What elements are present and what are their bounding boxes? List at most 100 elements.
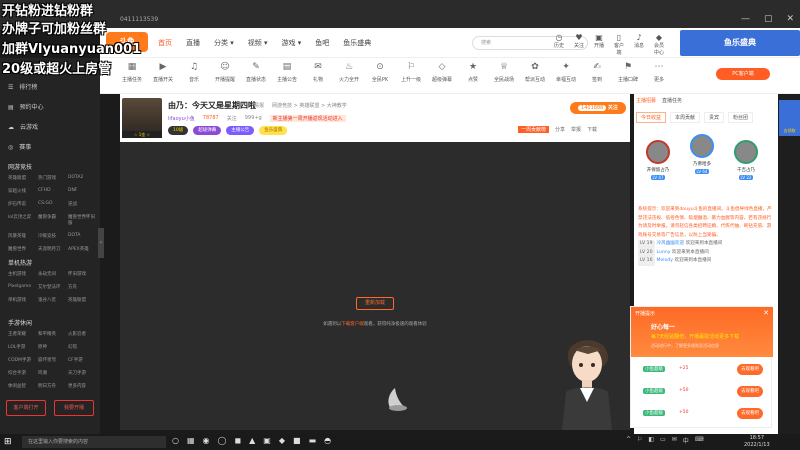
contribution-link[interactable]: 一周贡献榜 xyxy=(518,126,550,133)
follow-button[interactable]: 1401888 关注 xyxy=(570,102,626,114)
room-tag[interactable]: 情报 xyxy=(254,102,264,109)
report-button[interactable]: 举报 xyxy=(571,126,581,133)
tray-icon[interactable]: ⌨ xyxy=(695,436,704,445)
sidebar-collapse-handle[interactable]: ‹ xyxy=(98,228,104,258)
nav-item-yuba[interactable]: 鱼吧 xyxy=(315,38,329,48)
sidebar-game-link[interactable]: 方舟 xyxy=(68,284,98,290)
sidebar-game-link[interactable]: 英雄联盟 xyxy=(8,175,38,181)
tab-recruit[interactable]: 主播招募 xyxy=(636,97,656,104)
sidebar-game-link[interactable]: DOTA xyxy=(68,233,98,239)
tray-icon[interactable]: ▭ xyxy=(660,436,666,445)
client-button[interactable]: ▯ 客户端 xyxy=(612,33,626,56)
sidebar-game-link[interactable]: CS:GO xyxy=(38,201,68,207)
close-icon[interactable]: ✕ xyxy=(763,309,769,317)
tab-today[interactable]: 今日收益 xyxy=(636,112,667,123)
sidebar-game-link[interactable]: 艾尔登法环 xyxy=(38,284,68,290)
tray-icon[interactable]: ⚐ xyxy=(637,436,642,445)
task-go-button[interactable]: 去观看吧 xyxy=(737,364,763,375)
tab-fans[interactable]: 粉丝团 xyxy=(728,112,754,123)
nav-item-video[interactable]: 视频 ▾ xyxy=(248,38,268,48)
sidebar-game-link[interactable]: 原神 xyxy=(38,344,68,350)
tray-icon[interactable]: ^ xyxy=(626,436,631,445)
sidebar-game-link[interactable]: 天涯明月刀 xyxy=(38,246,68,252)
download-button[interactable]: 下载 xyxy=(587,126,597,133)
sidebar-game-link[interactable]: 幻塔 xyxy=(68,344,98,350)
feature-item[interactable]: ♕ 全民战场 xyxy=(492,62,516,83)
sidebar-item-reserve[interactable]: ▤ 预约中心 xyxy=(8,102,44,111)
sidebar-game-link[interactable]: 王者荣耀 xyxy=(8,331,38,337)
sidebar-game-link[interactable]: 鸣潮 xyxy=(38,370,68,376)
tray-icon[interactable]: ◧ xyxy=(648,436,654,445)
rank-user[interactable]: 开保留占乃 LV 47 xyxy=(644,140,672,181)
sidebar-game-link[interactable]: 怀旧游戏 xyxy=(68,271,98,277)
side-badge[interactable]: 去领取 xyxy=(779,100,800,136)
sidebar-game-link[interactable]: 英雄联盟 xyxy=(68,297,98,303)
nav-item-category[interactable]: 分类 ▾ xyxy=(214,38,234,48)
sidebar-game-link[interactable]: 和平精英 xyxy=(38,331,68,337)
message-button[interactable]: ♪ 消息 xyxy=(632,33,646,56)
taskbar-app-icon[interactable]: ◓ xyxy=(324,436,331,445)
open-client-button[interactable]: 客户端打开 xyxy=(6,400,46,416)
feature-item[interactable]: ⊙ 全民PK xyxy=(368,62,392,83)
pc-client-button[interactable]: PC客户端 xyxy=(716,68,770,80)
sidebar-game-link[interactable]: CFHD xyxy=(38,188,68,194)
sidebar-game-link[interactable]: LOL手游 xyxy=(8,344,38,350)
sidebar-game-link[interactable]: 综合手游 xyxy=(8,370,38,376)
tab-tasks[interactable]: 直播任务 xyxy=(662,97,682,104)
sidebar-game-link[interactable]: 逆战 xyxy=(68,201,98,207)
tray-icon[interactable]: 中 xyxy=(683,436,689,445)
feature-item[interactable]: ⚑ 主播口碑 xyxy=(616,62,640,83)
rank-user[interactable]: 千吉占乃 LV 22 xyxy=(732,140,760,181)
sidebar-game-link[interactable]: 穿越火线 xyxy=(8,188,38,194)
room-badge[interactable]: 主播公告 xyxy=(226,126,255,135)
sidebar-game-link[interactable]: 冷暖竞技 xyxy=(38,233,68,239)
taskbar-app-icon[interactable]: ◼ xyxy=(234,436,241,445)
sidebar-game-link[interactable]: 炉石传说 xyxy=(8,201,38,207)
close-button[interactable]: ✕ xyxy=(786,14,794,24)
tray-icon[interactable]: ✉ xyxy=(672,436,677,445)
feature-item[interactable]: ◇ 超级弹幕 xyxy=(430,62,454,83)
feature-item[interactable]: ☺ 开播提醒 xyxy=(213,62,237,83)
sidebar-game-link[interactable]: Pixelgame xyxy=(8,284,38,290)
feature-item[interactable]: ⋯ 更多 xyxy=(647,62,671,83)
taskbar-app-icon[interactable]: ▦ xyxy=(187,436,195,445)
sidebar-game-link[interactable]: 主机游戏 xyxy=(8,271,38,277)
task-go-button[interactable]: 去观看吧 xyxy=(737,408,763,419)
feature-item[interactable]: ✦ 幸福互动 xyxy=(554,62,578,83)
sidebar-game-link[interactable]: 魔兽世界怀旧服 xyxy=(68,214,98,226)
sidebar-game-link[interactable]: 休闲益智 xyxy=(8,383,38,389)
taskbar-app-icon[interactable]: ■ xyxy=(293,436,301,445)
history-button[interactable]: ◷ 历史 xyxy=(552,33,566,56)
feature-item[interactable]: ▤ 主播公告 xyxy=(275,62,299,83)
chat-username[interactable]: Melody xyxy=(657,258,674,263)
festival-banner[interactable]: 鱼乐盛典 xyxy=(680,30,800,56)
broadcast-button[interactable]: ▣ 开播 xyxy=(592,33,606,56)
minimize-button[interactable]: — xyxy=(741,14,750,24)
feature-item[interactable]: ★ 点赞 xyxy=(461,62,485,83)
sidebar-game-link[interactable]: 风暴英雄 xyxy=(8,233,38,239)
follow-button[interactable]: ♥ 关注 xyxy=(572,33,586,56)
feature-item[interactable]: ♫ 音乐 xyxy=(182,62,206,83)
taskbar-app-icon[interactable]: ◯ xyxy=(218,436,227,445)
nav-item-live[interactable]: 直播 xyxy=(186,38,200,48)
room-badge[interactable]: 超级弹幕 xyxy=(193,126,222,135)
streamer-name[interactable]: lifaoyu小鱼 xyxy=(168,115,195,122)
taskbar-app-icon[interactable]: ◉ xyxy=(203,436,210,445)
room-category-breadcrumb[interactable]: 网游竞技 > 英雄联盟 > 大神教学 xyxy=(272,102,347,109)
sidebar-item-esports[interactable]: ◎ 赛事 xyxy=(8,142,31,151)
chat-username[interactable]: 冷风幽幽欢迎 xyxy=(657,241,685,246)
taskbar-app-icon[interactable]: ◆ xyxy=(279,436,285,445)
sidebar-game-link[interactable]: DOTA2 xyxy=(68,175,98,181)
sidebar-game-link[interactable]: 魔兽争霸 xyxy=(38,214,68,226)
taskbar-app-icon[interactable]: ▬ xyxy=(309,436,317,445)
download-client-link[interactable]: 下载客户端 xyxy=(341,322,364,327)
windows-start-icon[interactable]: ⊞ xyxy=(4,436,16,448)
sidebar-game-link[interactable]: 永劫无间 xyxy=(38,271,68,277)
task-go-button[interactable]: 去观看吧 xyxy=(737,386,763,397)
taskbar-app-icon[interactable]: ▣ xyxy=(263,436,271,445)
taskbar-app-icon[interactable]: ○ xyxy=(172,436,179,445)
member-button[interactable]: ◆ 会员中心 xyxy=(652,33,666,56)
chat-username[interactable]: Lunny xyxy=(657,250,671,255)
rank-user[interactable]: 乃佛哈多 LV 64 xyxy=(688,134,716,175)
room-badge[interactable]: 10级 xyxy=(168,126,189,135)
